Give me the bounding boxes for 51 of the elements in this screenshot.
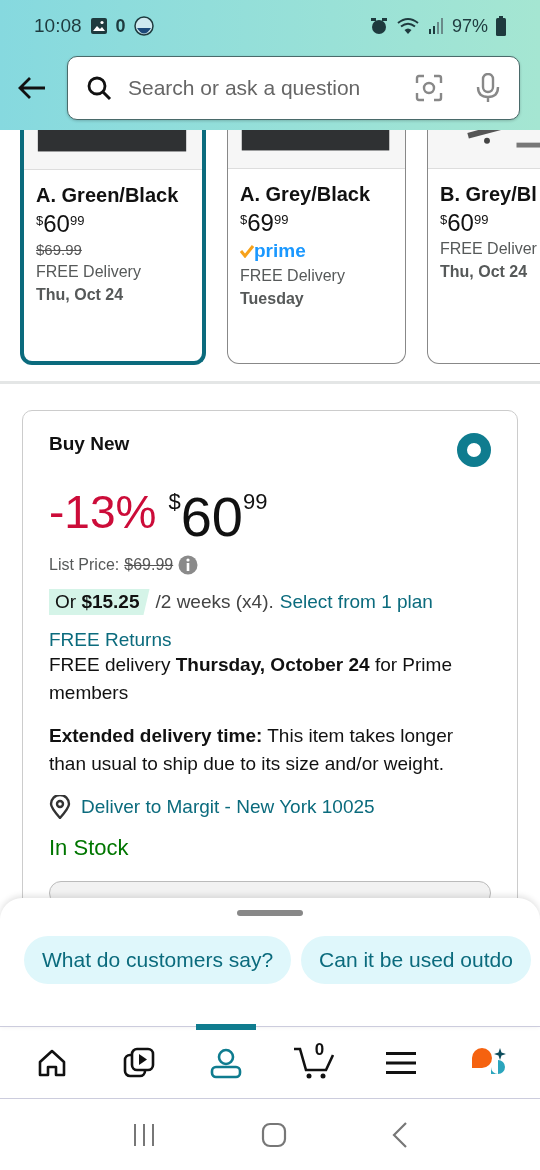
- delivery-date: Tuesday: [240, 290, 305, 308]
- search-icon: [86, 75, 112, 101]
- prime-badge: prime: [240, 240, 397, 262]
- cart-icon: [292, 1045, 335, 1080]
- buy-box-title: Buy New: [49, 433, 130, 455]
- notification-count: 0: [115, 15, 126, 37]
- radio-button[interactable]: [457, 433, 491, 467]
- video-icon: [123, 1046, 155, 1079]
- home-icon: [36, 1047, 67, 1078]
- list-price: $69.99: [36, 241, 83, 258]
- suggestion-chip[interactable]: Can it be used outdo: [301, 936, 531, 984]
- delivery-date: Thu, Oct 24: [36, 286, 125, 304]
- extended-delivery-note: Extended delivery time: This item takes longer than usual to ship due to its size and/or weight.: [49, 724, 455, 776]
- info-icon: [178, 555, 199, 575]
- delivery-label: FREE Delivery: [36, 263, 142, 281]
- returns-link[interactable]: FREE Returns: [49, 629, 491, 651]
- variant-name: B. Grey/Bl: [440, 183, 538, 206]
- battery-percent: 97%: [451, 15, 488, 37]
- variant-name: A. Green/Black: [36, 184, 180, 207]
- installment-terms: /2 weeks (x4).: [155, 591, 274, 613]
- gallery-icon: [89, 17, 108, 35]
- clock-time: 10:08: [34, 15, 82, 37]
- variant-name: A. Grey/Black: [240, 183, 372, 206]
- recent-apps-button[interactable]: [132, 1122, 157, 1147]
- home-button[interactable]: [261, 1121, 287, 1148]
- back-nav-button[interactable]: [391, 1121, 408, 1148]
- discount-percent: -13%: [49, 489, 157, 535]
- delivery-label: FREE Delivery: [240, 267, 346, 285]
- delivery-date: Thu, Oct 24: [440, 263, 529, 281]
- delivery-label: FREE Deliver: [440, 240, 538, 258]
- wifi-icon: [395, 17, 420, 35]
- installment-amount: Or $15.25: [49, 589, 150, 615]
- avatar-icon: [133, 15, 154, 37]
- drag-handle[interactable]: [237, 910, 303, 916]
- battery-icon: [496, 16, 506, 36]
- deliver-to-link[interactable]: Deliver to Margit - New York 10025: [81, 796, 375, 819]
- alarm-icon: [369, 17, 388, 35]
- suggestion-chip[interactable]: What do customers say?: [24, 936, 292, 984]
- list-price-label: List Price:: [49, 556, 120, 574]
- location-pin-icon: [49, 795, 71, 820]
- menu-icon: [385, 1050, 416, 1075]
- camera-icon[interactable]: [415, 74, 443, 102]
- microphone-icon[interactable]: [475, 73, 501, 103]
- cart-count: 0: [314, 1039, 325, 1060]
- list-price: $69.99: [124, 556, 174, 574]
- signal-icon: [427, 17, 444, 35]
- account-icon: [210, 1046, 243, 1079]
- plan-link[interactable]: Select from 1 plan: [279, 591, 433, 613]
- stock-status: In Stock: [49, 835, 130, 862]
- delivery-info: FREE delivery Thursday, October 24 for Prime members: [49, 653, 453, 705]
- nav-tab[interactable]: 0: [283, 1023, 344, 1096]
